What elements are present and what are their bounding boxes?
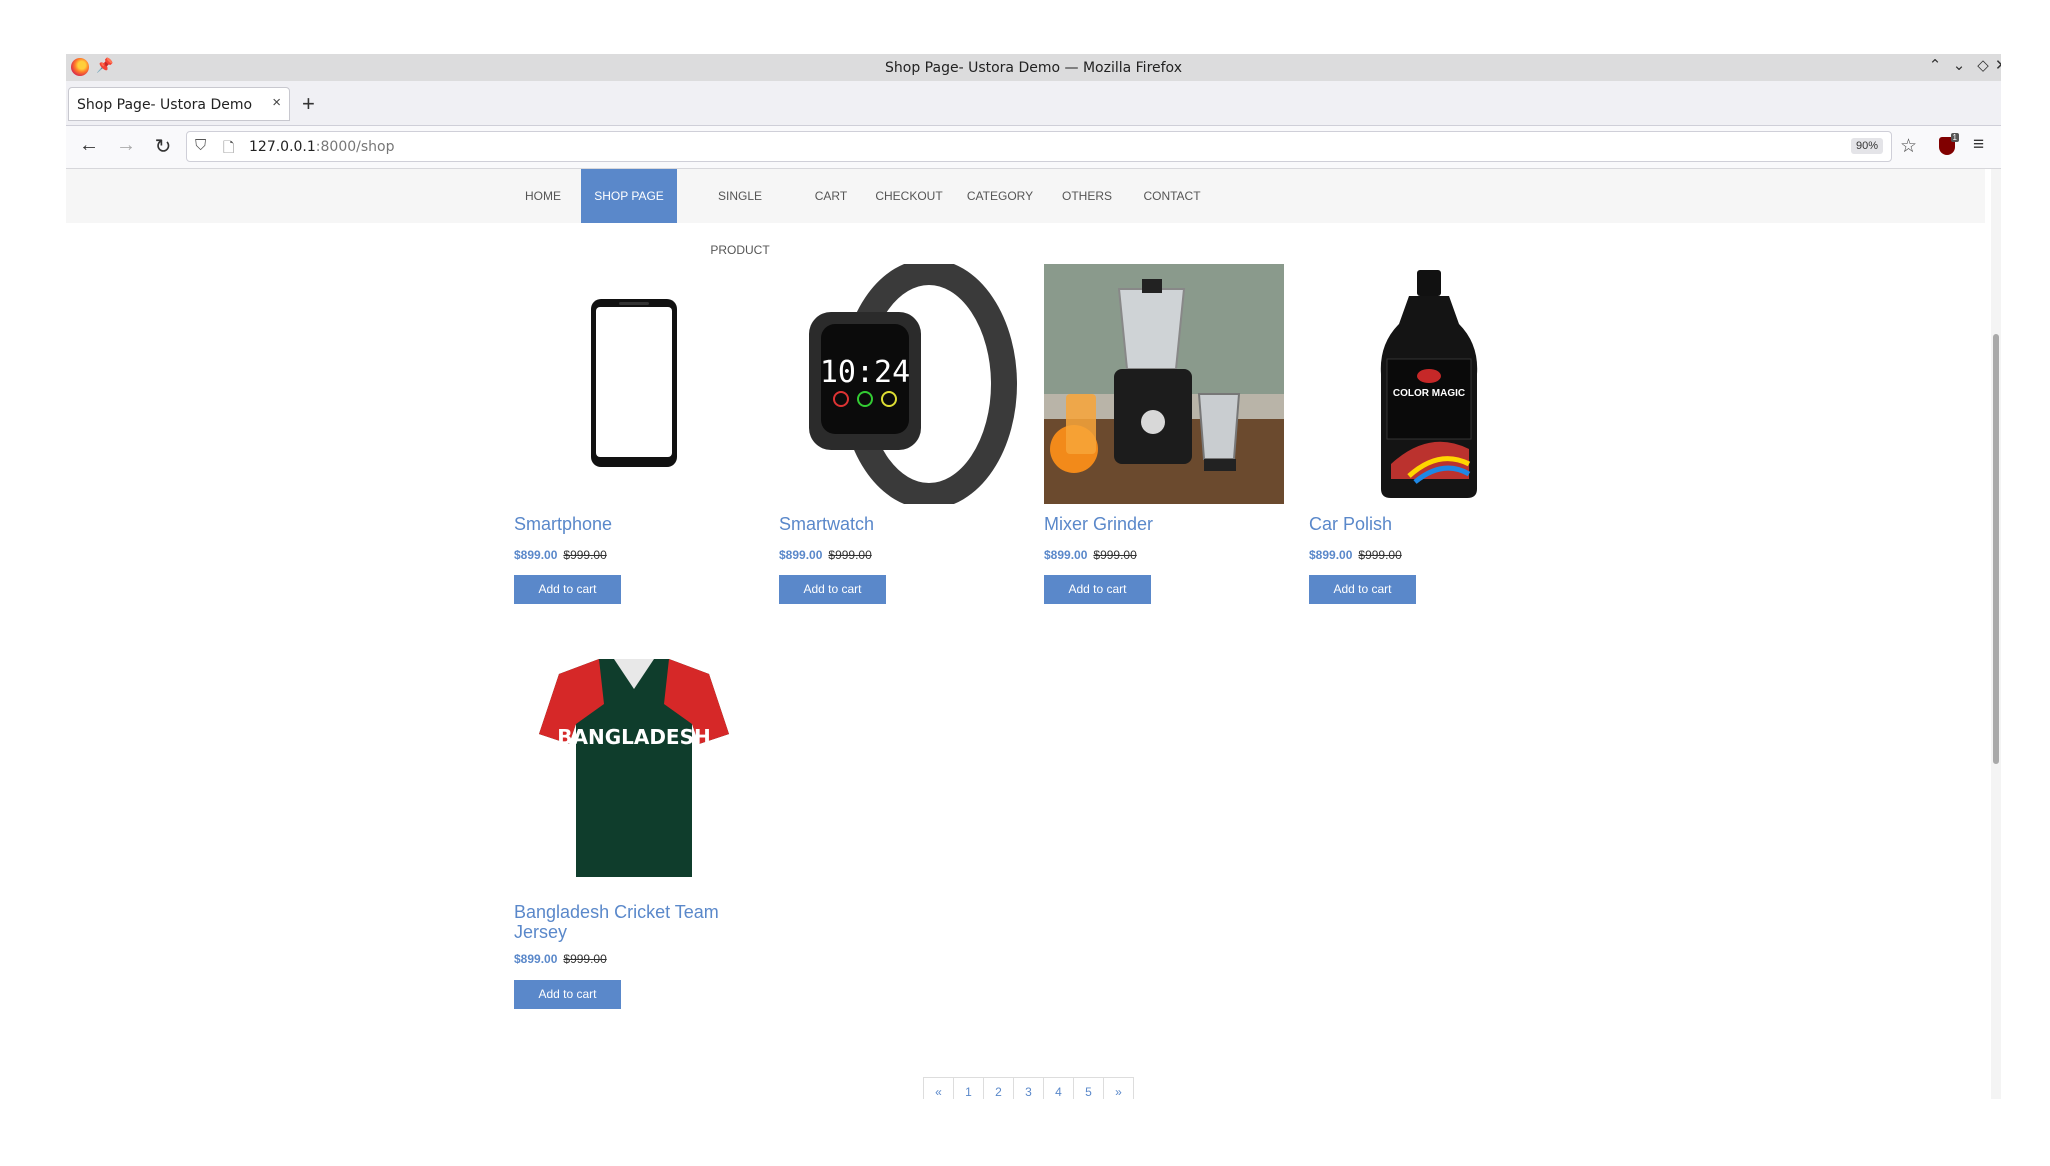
minimize-icon[interactable]: ⌄ [1949,56,1969,74]
browser-window: 📌 Shop Page- Ustora Demo — Mozilla Firef… [66,54,2001,1099]
add-to-cart-button[interactable]: Add to cart [514,575,621,604]
pagination-previous[interactable]: « [923,1077,954,1099]
product-name[interactable]: Smartphone [514,514,612,534]
product-price: $899.00 $999.00 [1044,548,1137,562]
car-polish-label-text: COLOR MAGIC [1393,388,1465,399]
product-card: 10:24 Smartwatch $899.00 $999.00 Add to c… [779,264,1019,604]
jersey-image[interactable]: BANGLADESH [514,649,754,889]
product-card: COLOR MAGIC Car Polish $899.00 $999.00 Ad… [1309,264,1549,604]
mixer-grinder-image[interactable] [1044,264,1284,504]
add-to-cart-button[interactable]: Add to cart [1309,575,1416,604]
new-tab-button[interactable]: + [302,91,315,117]
scrollbar-thumb[interactable] [1993,334,1999,764]
pagination-page-1[interactable]: 1 [953,1077,984,1099]
pagination-page-3[interactable]: 3 [1013,1077,1044,1099]
nav-contact[interactable]: CONTACT [1133,169,1211,223]
product-name[interactable]: Car Polish [1309,514,1392,534]
smartwatch-image[interactable]: 10:24 [779,264,1019,504]
reload-button[interactable]: ↻ [150,134,176,159]
close-tab-icon[interactable]: × [272,94,281,111]
product-price: $899.00 $999.00 [514,952,607,966]
nav-single-product[interactable]: SINGLE PRODUCT [687,169,793,257]
jersey-chest-text: BANGLADESH [557,725,711,749]
window-title: Shop Page- Ustora Demo — Mozilla Firefox [885,59,1182,76]
product-card: Smartphone $899.00 $999.00 Add to cart [514,264,754,604]
pagination-page-5[interactable]: 5 [1073,1077,1104,1099]
url-text[interactable]: 127.0.0.1:8000/shop [249,139,394,155]
navigation-toolbar: ← → ↻ ⛉ 🗋 127.0.0.1:8000/shop 90% ☆ 1 ≡ [66,126,2001,169]
title-bar: 📌 Shop Page- Ustora Demo — Mozilla Firef… [66,54,2001,81]
forward-button[interactable]: → [113,134,139,157]
product-card: Mixer Grinder $899.00 $999.00 Add to cart [1044,264,1284,604]
original-price: $999.00 [1358,548,1402,562]
hamburger-menu-icon[interactable]: ≡ [1973,134,1984,156]
tab-bar: Shop Page- Ustora Demo × + [66,81,2001,126]
nav-checkout[interactable]: CHECKOUT [869,169,949,223]
product-name[interactable]: Smartwatch [779,514,874,534]
add-to-cart-button[interactable]: Add to cart [1044,575,1151,604]
sale-price: $899.00 [514,548,558,562]
nav-cart[interactable]: CART [803,169,859,223]
sale-price: $899.00 [1309,548,1353,562]
zoom-level-badge[interactable]: 90% [1850,138,1883,154]
product-name[interactable]: Bangladesh Cricket Team Jersey [514,902,754,942]
product-name[interactable]: Mixer Grinder [1044,514,1153,534]
maximize-icon[interactable]: ◇ [1973,56,1993,74]
nav-category[interactable]: CATEGORY [959,169,1041,223]
tab-shop-page[interactable]: Shop Page- Ustora Demo × [68,87,290,121]
pagination-page-2[interactable]: 2 [983,1077,1014,1099]
ublock-origin-icon[interactable]: 1 [1939,133,1959,155]
window-shade-icon[interactable]: ⌃ [1925,56,1945,74]
original-price: $999.00 [563,952,607,966]
product-price: $899.00 $999.00 [1309,548,1402,562]
pagination-page-4[interactable]: 4 [1043,1077,1074,1099]
original-price: $999.00 [1093,548,1137,562]
url-bar[interactable]: ⛉ 🗋 127.0.0.1:8000/shop 90% [186,131,1892,162]
smartphone-image[interactable] [514,264,754,504]
site-navigation: HOME SHOP PAGE SINGLE PRODUCT CART CHECK… [66,169,1985,257]
pagination-next[interactable]: » [1103,1077,1134,1099]
nav-home[interactable]: HOME [515,169,571,223]
add-to-cart-button[interactable]: Add to cart [514,980,621,1009]
product-price: $899.00 $999.00 [779,548,872,562]
sale-price: $899.00 [514,952,558,966]
bookmark-star-icon[interactable]: ☆ [1900,135,1917,158]
tab-title: Shop Page- Ustora Demo [77,97,253,113]
extension-badge: 1 [1950,133,1959,142]
url-path: :8000/shop [315,139,395,155]
page-content: HOME SHOP PAGE SINGLE PRODUCT CART CHECK… [66,169,1985,1099]
nav-shop-page[interactable]: SHOP PAGE [581,169,677,223]
watch-time-text: 10:24 [820,355,910,390]
original-price: $999.00 [828,548,872,562]
add-to-cart-button[interactable]: Add to cart [779,575,886,604]
close-window-icon[interactable]: ✕ [1995,56,2001,74]
pagination: « 1 2 3 4 5 » [923,1077,1134,1099]
product-price: $899.00 $999.00 [514,548,607,562]
car-polish-image[interactable]: COLOR MAGIC [1309,264,1549,504]
sale-price: $899.00 [779,548,823,562]
url-host: 127.0.0.1 [249,139,316,155]
tracking-shield-icon[interactable]: ⛉ [195,137,206,154]
page-info-icon[interactable]: 🗋 [223,137,234,161]
original-price: $999.00 [563,548,607,562]
page-scrollbar[interactable] [1991,169,2001,1099]
nav-others[interactable]: OTHERS [1051,169,1123,223]
sale-price: $899.00 [1044,548,1088,562]
back-button[interactable]: ← [76,134,102,157]
product-card: BANGLADESH Bangladesh Cricket Team Jerse… [514,649,754,1009]
